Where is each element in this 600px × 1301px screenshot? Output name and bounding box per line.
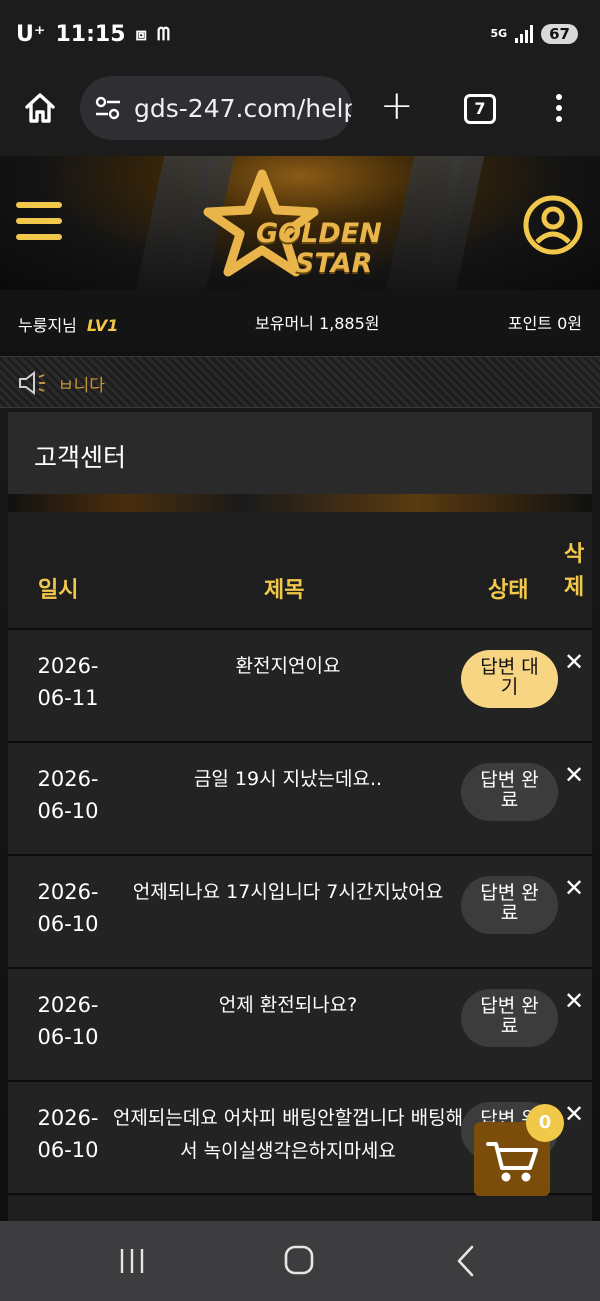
logo-text-golden: GOLDEN [256, 218, 382, 249]
column-header-delete: 삭제 [564, 542, 585, 600]
close-icon[interactable]: ✕ [564, 987, 584, 1015]
decorative-strip [8, 494, 592, 512]
table-row[interactable]: 2026- 06-10 금일 19시 지났는데요.. 답변 완료 ✕ [8, 743, 592, 856]
plus-icon[interactable]: + [380, 86, 414, 126]
screenshot-icon: ⧈ [135, 24, 147, 45]
money-balance: 보유머니 1,885원 [255, 314, 380, 333]
hamburger-menu-icon[interactable] [16, 202, 62, 250]
battery-indicator: 67 [541, 24, 578, 44]
row-date-year: 2026- [37, 1106, 99, 1130]
column-header-status: 상태 [488, 578, 529, 603]
status-left: U⁺ 11:15 ⧈ ᗰ [16, 22, 170, 47]
row-date-day: 06-11 [37, 686, 99, 710]
golden-star-logo[interactable]: GOLDEN STAR [200, 168, 400, 279]
nav-home-icon[interactable] [284, 1245, 314, 1275]
close-icon[interactable]: ✕ [564, 874, 584, 902]
section-header: 고객센터 [8, 412, 592, 494]
cart-count-badge: 0 [526, 1104, 564, 1142]
status-badge: 답변 대기 [461, 650, 558, 708]
app-notification-icon: ᗰ [156, 24, 170, 45]
row-date-year: 2026- [37, 993, 99, 1017]
user-nickname: 누룽지님 LV1 [18, 312, 118, 336]
network-type-icon: 5G [490, 27, 508, 40]
system-status-bar: U⁺ 11:15 ⧈ ᗰ 5G 67 [0, 0, 600, 72]
url-text[interactable]: gds-247.com/help [134, 94, 352, 123]
user-profile-icon[interactable] [522, 194, 584, 256]
row-date-year: 2026- [37, 654, 99, 678]
page-title: 고객센터 [34, 443, 127, 472]
row-date-day: 06-10 [37, 1025, 99, 1049]
row-date-year: 2026- [37, 767, 99, 791]
browser-toolbar: gds-247.com/help + 7 [0, 72, 600, 156]
table-row[interactable]: 2026- 06-10 언제되나요 17시입니다 7시간지났어요 답변 완료 ✕ [8, 856, 592, 969]
site-header: GOLDEN STAR [0, 156, 600, 290]
row-date: 2026- 06-10 [16, 1102, 120, 1166]
row-date-day: 06-10 [37, 799, 99, 823]
row-title[interactable]: 환전지연이요 [112, 650, 464, 683]
row-title[interactable]: 언제 환전되나요? [112, 989, 464, 1022]
user-info-bar: 누룽지님 LV1 보유머니 1,885원 포인트 0원 [0, 290, 600, 352]
level-badge: LV1 [86, 316, 119, 335]
recent-apps-icon[interactable] [118, 1245, 146, 1277]
table-header: 일시 제목 상태 삭제 [8, 512, 592, 630]
logo-text-star: STAR [295, 248, 373, 279]
close-icon[interactable]: ✕ [564, 761, 584, 789]
clock: 11:15 [55, 22, 126, 47]
system-nav-bar [0, 1221, 600, 1301]
notice-ticker: ㅂ니다 [0, 356, 600, 408]
tab-switcher-icon[interactable]: 7 [464, 94, 496, 124]
close-icon[interactable]: ✕ [564, 648, 584, 676]
home-icon[interactable] [22, 90, 58, 126]
status-right: 5G 67 [490, 24, 578, 44]
more-vert-icon[interactable] [553, 94, 565, 127]
row-date-year: 2026- [37, 880, 99, 904]
close-icon[interactable]: ✕ [564, 1100, 584, 1128]
nickname-text: 누룽지님 [18, 316, 77, 335]
row-title[interactable]: 언제되나요 17시입니다 7시간지났어요 [112, 876, 464, 909]
speaker-icon [19, 371, 45, 395]
column-header-date: 일시 [38, 578, 79, 603]
notice-text: ㅂ니다 [58, 376, 105, 396]
row-date: 2026- 06-10 [16, 876, 120, 940]
status-badge: 답변 완료 [461, 763, 558, 821]
site-settings-icon[interactable] [94, 96, 122, 120]
row-date: 2026- 06-10 [16, 989, 120, 1053]
signal-icon [515, 25, 534, 43]
row-date: 2026- 06-10 [16, 763, 120, 827]
status-badge: 답변 완료 [461, 876, 558, 934]
points-balance: 포인트 0원 [507, 314, 582, 333]
row-title[interactable]: 금일 19시 지났는데요.. [112, 763, 464, 796]
row-date: 2026- 06-11 [16, 650, 120, 714]
table-row[interactable]: 2026- 06-11 환전지연이요 답변 대기 ✕ [8, 630, 592, 743]
address-bar[interactable]: gds-247.com/help [80, 76, 352, 140]
column-header-title: 제목 [264, 578, 305, 603]
status-badge: 답변 완료 [461, 989, 558, 1047]
inquiry-table: 일시 제목 상태 삭제 2026- 06-11 환전지연이요 답변 대기 ✕ 20… [8, 512, 592, 1221]
row-date-day: 06-10 [37, 1138, 99, 1162]
row-title[interactable]: 언제되는데요 어차피 배팅안할껍니다 배팅해서 녹이실생각은하지마세요 [112, 1102, 464, 1168]
nav-back-icon[interactable] [454, 1243, 478, 1279]
table-row[interactable]: 2026- 06-10 언제 환전되나요? 답변 완료 ✕ [8, 969, 592, 1082]
row-date-day: 06-10 [37, 912, 99, 936]
carrier-label: U⁺ [16, 22, 46, 47]
